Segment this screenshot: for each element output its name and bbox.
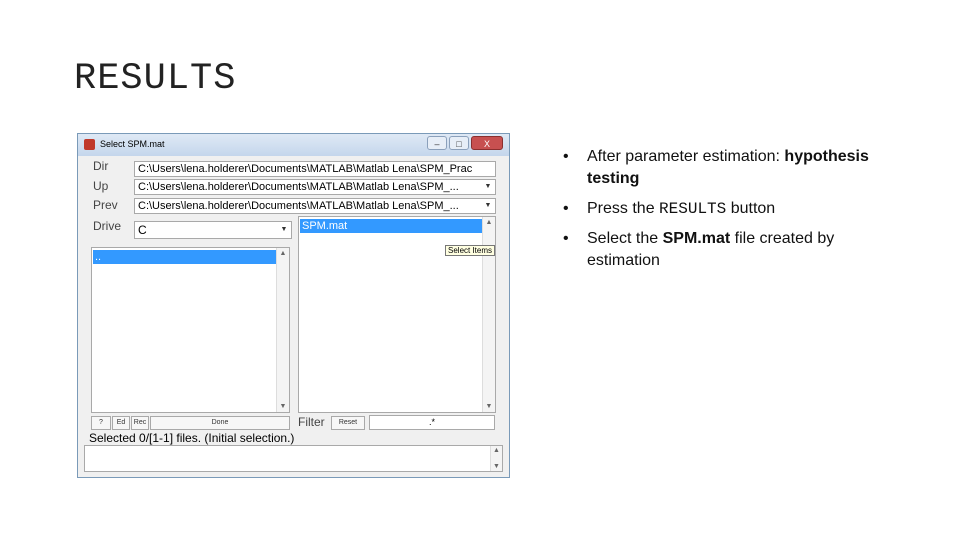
done-button[interactable]: Done bbox=[150, 416, 290, 430]
bullet-list: • After parameter estimation: hypothesis… bbox=[563, 146, 893, 280]
reset-button[interactable]: Reset bbox=[331, 416, 365, 430]
window-title: Select SPM.mat bbox=[100, 139, 165, 149]
up-dropdown[interactable]: C:\Users\lena.holderer\Documents\MATLAB\… bbox=[134, 179, 496, 195]
close-button[interactable]: X bbox=[471, 136, 503, 150]
maximize-button[interactable]: □ bbox=[449, 136, 469, 150]
bullet-text: After parameter estimation: bbox=[587, 148, 785, 165]
up-label: Up bbox=[93, 179, 109, 193]
prev-label: Prev bbox=[93, 198, 118, 212]
filter-input[interactable]: .* bbox=[369, 415, 495, 430]
bullet-text: Select the bbox=[587, 230, 663, 247]
directory-list[interactable]: .. ▲ ▼ bbox=[91, 247, 290, 413]
scroll-down-icon[interactable]: ▼ bbox=[483, 403, 495, 410]
bullet-item: • Press the RESULTS button bbox=[563, 198, 893, 220]
bullet-dot-icon: • bbox=[563, 200, 569, 217]
scroll-up-icon[interactable]: ▲ bbox=[491, 447, 502, 454]
dropdown-arrow-icon: ▼ bbox=[280, 226, 288, 233]
window-titlebar: Select SPM.mat – □ X bbox=[78, 134, 509, 156]
dir-field[interactable]: C:\Users\lena.holderer\Documents\MATLAB\… bbox=[134, 161, 496, 177]
up-value: C:\Users\lena.holderer\Documents\MATLAB\… bbox=[138, 181, 459, 193]
scroll-down-icon[interactable]: ▼ bbox=[491, 463, 502, 470]
bullet-code: RESULTS bbox=[659, 200, 727, 218]
bullet-text: Press the bbox=[587, 200, 660, 217]
select-file-window: Select SPM.mat – □ X Dir C:\Users\lena.h… bbox=[77, 133, 510, 478]
bullet-text: button bbox=[726, 200, 776, 217]
bullet-emphasis: SPM.mat bbox=[662, 230, 731, 247]
bullet-dot-icon: • bbox=[563, 230, 569, 247]
message-box[interactable]: ▲ ▼ bbox=[84, 445, 503, 472]
drive-label: Drive bbox=[93, 219, 122, 233]
message-scrollbar[interactable]: ▲ ▼ bbox=[490, 446, 502, 471]
bullet-item: • After parameter estimation: hypothesis… bbox=[563, 146, 893, 190]
dir-label: Dir bbox=[93, 159, 109, 173]
prev-dropdown[interactable]: C:\Users\lena.holderer\Documents\MATLAB\… bbox=[134, 198, 496, 214]
ed-button[interactable]: Ed bbox=[112, 416, 130, 430]
directory-scrollbar[interactable]: ▲ ▼ bbox=[276, 248, 289, 412]
scroll-down-icon[interactable]: ▼ bbox=[277, 403, 289, 410]
status-text: Selected 0/[1-1] files. (Initial selecti… bbox=[89, 431, 295, 445]
help-button[interactable]: ? bbox=[91, 416, 111, 430]
matlab-icon bbox=[84, 139, 95, 150]
scroll-up-icon[interactable]: ▲ bbox=[277, 250, 289, 257]
scroll-up-icon[interactable]: ▲ bbox=[483, 219, 495, 226]
slide-title: RESULTS bbox=[74, 58, 237, 100]
prev-value: C:\Users\lena.holderer\Documents\MATLAB\… bbox=[138, 200, 459, 212]
dropdown-arrow-icon: ▼ bbox=[484, 183, 492, 190]
bullet-item: • Select the SPM.mat file created by est… bbox=[563, 228, 893, 272]
directory-list-item[interactable]: .. bbox=[93, 250, 276, 264]
drive-dropdown[interactable]: C ▼ bbox=[134, 221, 292, 239]
bullet-dot-icon: • bbox=[563, 148, 569, 165]
filter-label: Filter bbox=[298, 415, 325, 429]
select-items-tooltip: Select Items bbox=[445, 245, 496, 256]
file-list-item[interactable]: SPM.mat bbox=[300, 219, 484, 233]
dropdown-arrow-icon: ▼ bbox=[484, 202, 492, 209]
drive-value: C bbox=[138, 223, 147, 237]
rec-button[interactable]: Rec bbox=[131, 416, 149, 430]
minimize-button[interactable]: – bbox=[427, 136, 447, 150]
